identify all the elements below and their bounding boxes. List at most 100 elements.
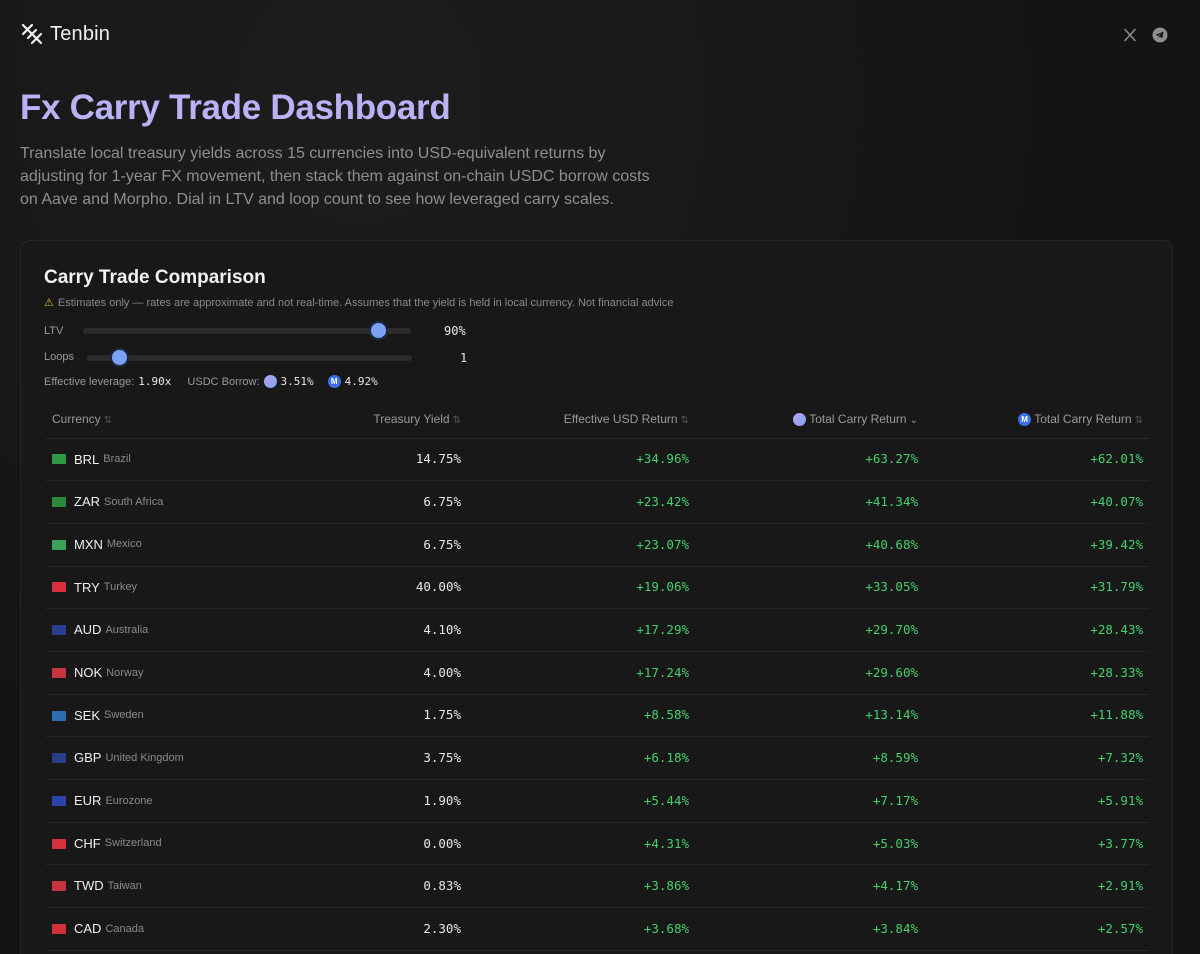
effective-usd-return: +8.58% xyxy=(643,707,689,723)
brand-name: Tenbin xyxy=(50,22,111,45)
leverage-info: Effective leverage: 1.90x USDC Borrow: 3… xyxy=(44,375,378,388)
header-effective-usd[interactable]: Effective USD Return ⇅ xyxy=(461,401,689,439)
x-icon[interactable] xyxy=(1121,26,1139,44)
table-row[interactable]: GBP United Kingdom 3.75% +6.18% +8.59% +7.32% xyxy=(46,736,1149,780)
currency-code: GBP xyxy=(74,750,102,766)
total-carry-morpho: +7.32% xyxy=(1097,750,1143,766)
cell-currency: ZAR South Africa xyxy=(46,480,281,524)
total-carry-aave: +13.14% xyxy=(865,707,918,723)
chevron-down-icon: ⌄ xyxy=(909,415,918,427)
table-row[interactable]: AUD Australia 4.10% +17.29% +29.70% +28.43% xyxy=(46,608,1149,652)
header-yield-label: Treasury Yield xyxy=(373,412,450,427)
header-treasury-yield[interactable]: Treasury Yield ⇅ xyxy=(281,401,461,439)
table-row[interactable]: MXN Mexico 6.75% +23.07% +40.68% +39.42% xyxy=(46,523,1149,567)
ltv-value: 90% xyxy=(444,324,466,338)
treasury-yield: 0.83% xyxy=(423,878,461,894)
warning-icon: ⚠ xyxy=(44,297,54,309)
country-name: Taiwan xyxy=(107,879,142,892)
aave-icon xyxy=(263,375,277,388)
cell-currency: BRL Brazil xyxy=(46,438,281,482)
table-row[interactable]: TWD Taiwan 0.83% +3.86% +4.17% +2.91% xyxy=(46,864,1149,909)
total-carry-morpho: +3.77% xyxy=(1097,835,1143,851)
flag-icon xyxy=(52,582,70,593)
cell-currency: NOK Norway xyxy=(46,651,281,695)
currency-code: TWD xyxy=(74,878,104,894)
table-header-row: Currency ⇅ Treasury Yield ⇅ Effective USD … xyxy=(46,401,1149,439)
header-total-morpho-label: Total Carry Return xyxy=(1034,412,1132,427)
table-row[interactable]: CHF Switzerland 0.00% +4.31% +5.03% +3.77% xyxy=(46,822,1149,866)
effective-usd-return: +4.31% xyxy=(643,835,689,851)
ltv-slider-thumb[interactable] xyxy=(370,323,386,338)
table-row[interactable]: EUR Eurozone 1.90% +5.44% +7.17% +5.91% xyxy=(46,779,1149,823)
header-total-aave-label: Total Carry Return xyxy=(809,412,907,427)
total-carry-morpho: +5.91% xyxy=(1097,792,1143,808)
treasury-yield: 1.75% xyxy=(423,707,461,723)
currency-code: EUR xyxy=(74,793,102,809)
flag-icon xyxy=(52,454,70,465)
country-name: Turkey xyxy=(103,581,137,594)
total-carry-aave: +4.17% xyxy=(872,878,918,894)
flag-icon xyxy=(52,923,70,934)
country-name: Canada xyxy=(105,922,144,935)
total-carry-aave: +3.84% xyxy=(872,920,918,936)
morpho-icon: M xyxy=(327,375,341,388)
morpho-borrow-rate: 4.92% xyxy=(344,375,378,388)
total-carry-aave: +40.68% xyxy=(865,536,918,552)
country-name: Norway xyxy=(106,666,144,679)
effective-usd-return: +3.86% xyxy=(643,878,689,894)
table-row[interactable]: SEK Sweden 1.75% +8.58% +13.14% +11.88% xyxy=(46,694,1149,738)
brand-logo[interactable]: Tenbin xyxy=(20,22,110,46)
page-description: Translate local treasury yields across 1… xyxy=(20,145,650,208)
carry-trade-card: Carry Trade Comparison ⚠ Estimates only … xyxy=(20,240,1173,954)
total-carry-morpho: +31.79% xyxy=(1090,579,1143,595)
treasury-yield: 3.75% xyxy=(423,750,461,766)
ltv-slider-track[interactable] xyxy=(83,323,411,338)
cell-currency: CHF Switzerland xyxy=(46,822,281,866)
flag-icon xyxy=(52,539,70,550)
country-name: Sweden xyxy=(104,709,144,722)
table-row[interactable]: NOK Norway 4.00% +17.24% +29.60% +28.33% xyxy=(46,651,1149,695)
sort-icon: ⇅ xyxy=(680,415,689,427)
disclaimer-text: Estimates only — rates are approximate a… xyxy=(57,296,674,309)
total-carry-morpho: +28.33% xyxy=(1090,664,1143,680)
table-row[interactable]: CAD Canada 2.30% +3.68% +3.84% +2.57% xyxy=(46,907,1149,951)
total-carry-morpho: +2.91% xyxy=(1097,878,1143,894)
currency-code: SEK xyxy=(74,707,101,723)
header-total-carry-aave[interactable]: Total Carry Return ⌄ xyxy=(689,401,918,439)
flag-icon xyxy=(52,710,70,721)
treasury-yield: 40.00% xyxy=(415,579,461,595)
header-currency[interactable]: Currency ⇅ xyxy=(46,401,281,439)
table-row[interactable]: BRL Brazil 14.75% +34.96% +63.27% +62.01% xyxy=(46,438,1149,482)
carry-table: Currency ⇅ Treasury Yield ⇅ Effective USD … xyxy=(46,401,1149,951)
currency-code: BRL xyxy=(74,451,100,467)
aave-icon xyxy=(793,413,807,427)
country-name: Mexico xyxy=(106,538,142,551)
sort-icon: ⇅ xyxy=(103,415,113,427)
country-name: Eurozone xyxy=(105,794,153,807)
total-carry-morpho: +11.88% xyxy=(1090,707,1143,723)
treasury-yield: 1.90% xyxy=(423,792,461,808)
header-total-carry-morpho[interactable]: M Total Carry Return ⇅ xyxy=(918,401,1149,439)
treasury-yield: 14.75% xyxy=(415,451,461,467)
treasury-yield: 4.00% xyxy=(423,664,461,680)
loops-slider-thumb[interactable] xyxy=(112,350,127,365)
loops-slider-track[interactable] xyxy=(87,350,412,365)
currency-code: AUD xyxy=(74,622,102,638)
effective-usd-return: +3.68% xyxy=(643,920,689,936)
country-name: Switzerland xyxy=(104,837,162,850)
currency-code: CHF xyxy=(74,835,101,851)
effective-usd-return: +23.42% xyxy=(636,494,689,510)
card-title: Carry Trade Comparison xyxy=(44,267,266,288)
flag-icon xyxy=(52,625,70,636)
tenbin-logo-icon xyxy=(20,22,44,46)
table-row[interactable]: TRY Turkey 40.00% +19.06% +33.05% +31.79% xyxy=(46,566,1149,610)
telegram-icon[interactable] xyxy=(1151,26,1169,44)
flag-icon xyxy=(52,496,70,508)
effective-usd-return: +5.44% xyxy=(643,792,689,808)
currency-code: MXN xyxy=(74,536,103,552)
country-name: South Africa xyxy=(104,495,164,508)
total-carry-morpho: +39.42% xyxy=(1090,536,1143,552)
treasury-yield: 2.30% xyxy=(423,920,461,936)
disclaimer: ⚠ Estimates only — rates are approximate… xyxy=(44,296,674,310)
table-row[interactable]: ZAR South Africa 6.75% +23.42% +41.34% +40.07… xyxy=(46,480,1149,524)
